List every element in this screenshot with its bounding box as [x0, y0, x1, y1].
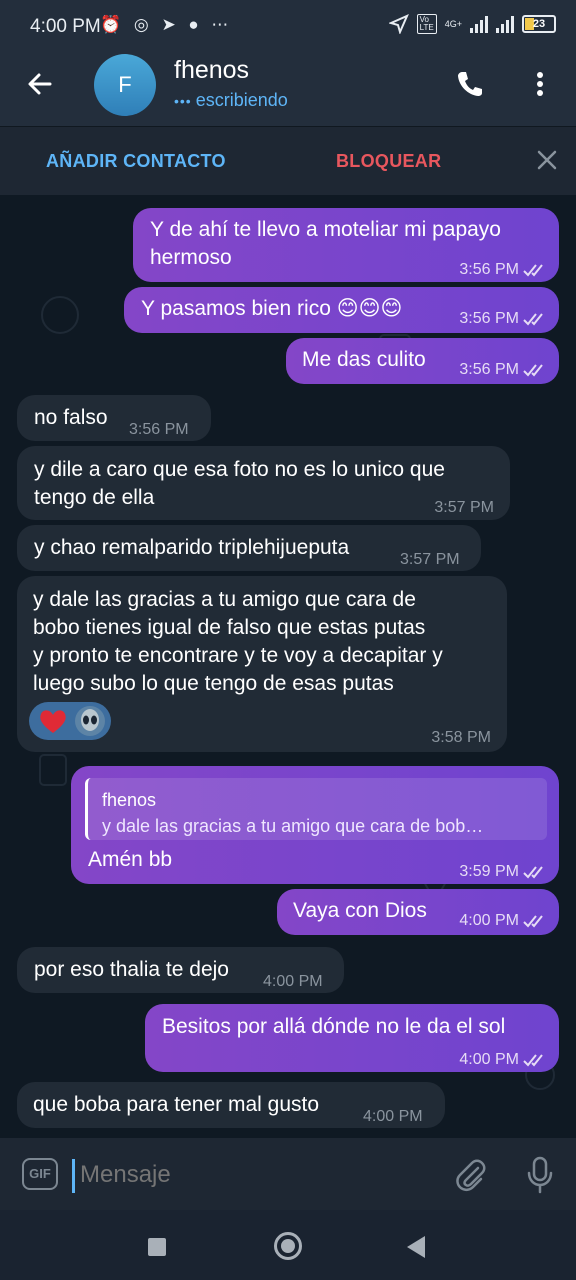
message-line: y dale las gracias a tu amigo que cara d… — [33, 588, 416, 611]
notification-icons: ⏰ ◎ ➤ ● ⋯ — [100, 15, 233, 34]
message-time: 3:57 PM — [434, 499, 494, 516]
system-nav-bar — [0, 1210, 576, 1280]
network-type: 4G+ — [444, 19, 462, 29]
message-bubble-out[interactable]: Me das culito 3:56 PM — [286, 338, 559, 384]
message-time: 4:00 PM — [263, 973, 323, 990]
message-bubble-in[interactable]: que boba para tener mal gusto 4:00 PM — [17, 1082, 445, 1128]
message-bubble-in[interactable]: por eso thalia te dejo 4:00 PM — [17, 947, 344, 993]
message-bubble-out[interactable]: Vaya con Dios 4:00 PM — [277, 889, 559, 935]
nav-back-icon[interactable] — [407, 1236, 425, 1258]
text-cursor — [72, 1159, 75, 1193]
message-bubble-in[interactable]: y dale las gracias a tu amigo que cara d… — [17, 576, 507, 752]
message-time: 3:56 PM — [459, 305, 547, 333]
message-bubble-in[interactable]: y chao remalparido triplehijueputa 3:57 … — [17, 525, 481, 571]
message-line: hermoso — [150, 246, 232, 269]
message-bubble-out[interactable]: Y de ahí te llevo a moteliar mi papayo h… — [133, 208, 559, 282]
message-line: Amén bb — [88, 848, 173, 871]
message-bubble-out[interactable]: Y pasamos bien rico 😊😊😊 3:56 PM — [124, 287, 559, 333]
contact-action-bar: AÑADIR CONTACTO BLOQUEAR — [0, 126, 576, 195]
message-time: 3:58 PM — [431, 729, 491, 746]
chat-area[interactable]: Y de ahí te llevo a moteliar mi papayo h… — [0, 195, 576, 1138]
double-check-icon — [523, 866, 543, 879]
status-bar: 4:00 PM ⏰ ◎ ➤ ● ⋯ Vo LTE 4G+ 23 — [0, 0, 576, 52]
message-line: tengo de ella — [34, 486, 155, 509]
message-time: 3:57 PM — [400, 551, 460, 568]
microphone-icon[interactable] — [526, 1156, 554, 1194]
message-bubble-out[interactable]: Besitos por allá dónde no le da el sol 4… — [145, 1004, 559, 1072]
contact-name[interactable]: fhenos — [174, 56, 249, 85]
phone-icon[interactable] — [454, 68, 486, 100]
signal-icon-2 — [496, 15, 514, 33]
message-line: bobo tienes igual de falso que estas put… — [33, 616, 426, 639]
message-time: 3:59 PM — [459, 858, 547, 886]
message-line: Y pasamos bien rico 😊😊😊 — [141, 297, 403, 320]
block-button[interactable]: BLOQUEAR — [336, 151, 441, 172]
add-contact-button[interactable]: AÑADIR CONTACTO — [46, 151, 226, 172]
message-line: Y de ahí te llevo a moteliar mi papayo — [150, 218, 501, 241]
gif-icon[interactable]: GIF — [22, 1158, 58, 1190]
message-time: 4:00 PM — [459, 907, 547, 935]
home-icon[interactable] — [274, 1232, 302, 1260]
message-line: que boba para tener mal gusto — [33, 1093, 320, 1116]
volte-icon: Vo LTE — [416, 14, 437, 34]
close-icon[interactable] — [536, 149, 558, 171]
message-line: Vaya con Dios — [293, 899, 427, 922]
message-line: por eso thalia te dejo — [34, 958, 229, 981]
message-time: 3:56 PM — [459, 356, 547, 384]
message-line: y chao remalparido triplehijueputa — [34, 536, 350, 559]
double-check-icon — [523, 264, 543, 277]
double-check-icon — [523, 915, 543, 928]
chat-header: F fhenos ••• escribiendo — [0, 52, 576, 126]
status-right: Vo LTE 4G+ 23 — [388, 14, 556, 34]
reply-quote[interactable]: fhenos y dale las gracias a tu amigo que… — [85, 778, 547, 840]
double-check-icon — [523, 313, 543, 326]
message-bubble-in[interactable]: y dile a caro que esa foto no es lo unic… — [17, 446, 510, 520]
reactions-pill[interactable] — [29, 702, 111, 740]
back-arrow-icon[interactable] — [24, 68, 56, 100]
signal-icon — [470, 15, 488, 33]
message-line: Me das culito — [302, 348, 426, 371]
battery-icon: 23 — [522, 15, 556, 33]
message-line: y pronto te encontrare y te voy a decapi… — [33, 644, 443, 667]
message-time: 3:56 PM — [129, 421, 189, 438]
message-bubble-in[interactable]: no falso 3:56 PM — [17, 395, 211, 441]
message-line: luego subo lo que tengo de esas putas — [33, 672, 394, 695]
message-input[interactable] — [78, 1160, 392, 1190]
message-time: 3:56 PM — [459, 256, 547, 284]
recent-apps-icon[interactable] — [148, 1238, 166, 1256]
status-time: 4:00 PM — [30, 16, 101, 37]
message-line: Besitos por allá dónde no le da el sol — [162, 1015, 506, 1038]
message-line: no falso — [34, 406, 108, 429]
reply-author: fhenos — [102, 790, 157, 810]
reply-text: y dale las gracias a tu amigo que cara d… — [102, 816, 484, 836]
double-check-icon — [523, 1054, 543, 1067]
message-line: y dile a caro que esa foto no es lo unic… — [34, 458, 445, 481]
attach-icon[interactable] — [454, 1158, 488, 1192]
message-time: 4:00 PM — [459, 1046, 547, 1074]
message-composer: GIF — [0, 1138, 576, 1210]
typing-status: ••• escribiendo — [174, 90, 288, 110]
location-icon — [388, 14, 409, 34]
alien-icon — [75, 706, 105, 736]
double-check-icon — [523, 364, 543, 377]
more-options-icon[interactable] — [530, 68, 550, 100]
message-time: 4:00 PM — [363, 1108, 423, 1125]
heart-icon — [40, 710, 66, 733]
message-bubble-out[interactable]: fhenos y dale las gracias a tu amigo que… — [71, 766, 559, 884]
avatar[interactable]: F — [94, 54, 156, 116]
typing-dots-icon: ••• — [174, 93, 192, 109]
